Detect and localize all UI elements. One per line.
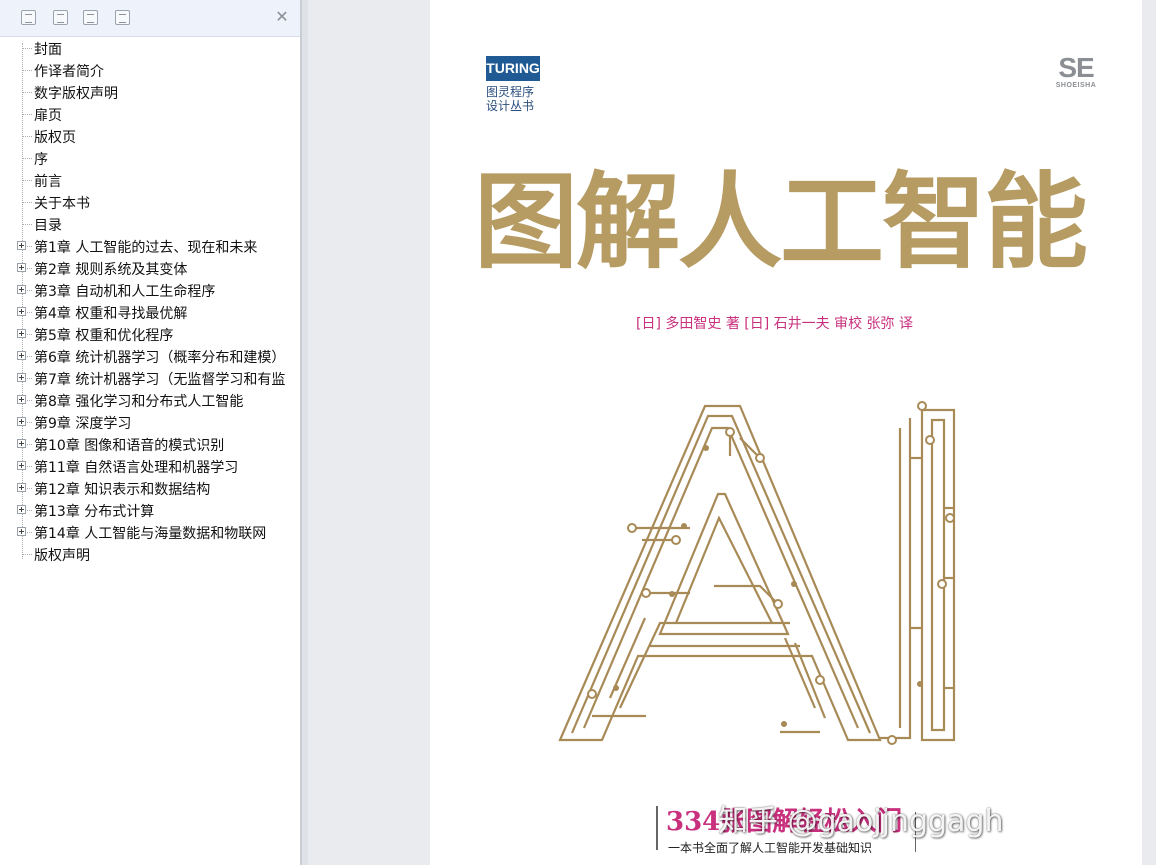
bookmark-item[interactable]: 第3章 自动机和人工生命程序 (0, 279, 300, 301)
bookmark-item[interactable]: 第8章 强化学习和分布式人工智能 (0, 389, 300, 411)
bookmark-item[interactable]: 序 (0, 147, 300, 169)
series-name: 图灵程序 设计丛书 (486, 85, 534, 113)
book-title: 图解人工智能 (474, 160, 1088, 283)
expand-plus-icon[interactable] (17, 461, 26, 470)
bookmark-label: 第6章 统计机器学习（概率分布和建模） (34, 350, 286, 366)
bookmark-item[interactable]: 关于本书 (0, 191, 300, 213)
bookmark-item[interactable]: 作译者简介 (0, 59, 300, 81)
tree-branch-line (23, 202, 32, 203)
bookmark-item[interactable]: 封面 (0, 37, 300, 59)
bookmark-item[interactable]: 版权页 (0, 125, 300, 147)
bookmark-label: 第12章 知识表示和数据结构 (34, 482, 211, 498)
zhihu-watermark: 知乎 @gaojjnggagh (718, 804, 1004, 839)
bookmark-item[interactable]: 扉页 (0, 103, 300, 125)
bookmark-item[interactable]: 第1章 人工智能的过去、现在和未来 (0, 235, 300, 257)
bookmark-item[interactable]: 第5章 权重和优化程序 (0, 323, 300, 345)
bookmark-item[interactable]: 第12章 知识表示和数据结构 (0, 477, 300, 499)
tree-branch-line (23, 114, 32, 115)
tree-branch-line (23, 48, 32, 49)
bookmark-item[interactable]: 第10章 图像和语音的模式识别 (0, 433, 300, 455)
document-viewer[interactable]: TURING 图灵程序 设计丛书 SE SHOEISHA 图解人工智能 [日] … (308, 0, 1156, 865)
expand-plus-icon[interactable] (17, 241, 26, 250)
bookmark-item[interactable]: 第14章 人工智能与海量数据和物联网 (0, 521, 300, 543)
expand-plus-icon[interactable] (17, 307, 26, 316)
bookmark-label: 目录 (34, 218, 62, 234)
bookmarks-panel: ✕ 封面作译者简介数字版权声明 扉页版权页序前言关于本书目录第1章 人工智能的过去… (0, 0, 301, 865)
bookmarks-toolbar: ✕ (0, 0, 300, 37)
add-bookmark-icon[interactable] (83, 10, 98, 25)
bookmark-item[interactable]: 目录 (0, 213, 300, 235)
shoeisha-logo: SE SHOEISHA (1054, 54, 1098, 90)
bookmark-item[interactable]: 前言 (0, 169, 300, 191)
expand-all-icon[interactable] (21, 10, 36, 25)
bookmark-label: 第5章 权重和优化程序 (34, 328, 174, 344)
tree-branch-line (23, 70, 32, 71)
tree-branch-line (23, 180, 32, 181)
bookmark-label: 第14章 人工智能与海量数据和物联网 (34, 526, 267, 542)
bookmark-label: 扉页 (34, 108, 62, 124)
bookmark-label: 第9章 深度学习 (34, 416, 132, 432)
expand-plus-icon[interactable] (17, 351, 26, 360)
tree-branch-line (23, 92, 32, 93)
bookmark-label: 第8章 强化学习和分布式人工智能 (34, 394, 244, 410)
expand-plus-icon[interactable] (17, 527, 26, 536)
series-line-2: 设计丛书 (486, 99, 535, 113)
bookmark-item[interactable]: 数字版权声明 (0, 81, 300, 103)
bookmark-label: 第11章 自然语言处理和机器学习 (34, 460, 239, 476)
expand-plus-icon[interactable] (17, 373, 26, 382)
bookmark-label: 第13章 分布式计算 (34, 504, 155, 520)
expand-plus-icon[interactable] (17, 329, 26, 338)
expand-plus-icon[interactable] (17, 439, 26, 448)
bookmark-label: 第2章 规则系统及其变体 (34, 262, 188, 278)
expand-plus-icon[interactable] (17, 505, 26, 514)
se-logo-text: SE (1058, 52, 1094, 83)
bookmark-tree: 封面作译者简介数字版权声明 扉页版权页序前言关于本书目录第1章 人工智能的过去、现… (0, 37, 300, 865)
bookmark-item[interactable]: 第6章 统计机器学习（概率分布和建模） (0, 345, 300, 367)
bookmark-label: 封面 (34, 42, 62, 58)
delete-bookmark-icon[interactable] (115, 10, 130, 25)
book-authors: [日] 多田智史 著 [日] 石井一夫 审校 张弥 译 (636, 316, 913, 332)
tree-branch-line (23, 158, 32, 159)
tree-branch-line (23, 224, 32, 225)
cover-subtagline: 一本书全面了解人工智能开发基础知识 (668, 841, 873, 855)
bookmark-label: 序 (34, 152, 48, 168)
se-logo-subtext: SHOEISHA (1055, 82, 1097, 89)
series-line-1: 图灵程序 (486, 85, 535, 99)
tree-branch-line (23, 554, 32, 555)
bookmark-item[interactable]: 第11章 自然语言处理和机器学习 (0, 455, 300, 477)
bookmark-label: 关于本书 (34, 196, 90, 212)
cover-page: TURING 图灵程序 设计丛书 SE SHOEISHA 图解人工智能 [日] … (430, 0, 1142, 865)
bookmark-item[interactable]: 版权声明 (0, 543, 300, 565)
bookmark-label: 版权页 (34, 130, 76, 146)
bookmark-label: 版权声明 (34, 548, 90, 564)
tagline-left-bar (656, 806, 658, 850)
bookmark-label: 第10章 图像和语音的模式识别 (34, 438, 225, 454)
bookmark-label: 作译者简介 (34, 64, 104, 80)
bookmark-item[interactable]: 第13章 分布式计算 (0, 499, 300, 521)
close-icon[interactable]: ✕ (272, 7, 292, 27)
bookmark-item[interactable]: 第2章 规则系统及其变体 (0, 257, 300, 279)
bookmark-item[interactable]: 第9章 深度学习 (0, 411, 300, 433)
expand-plus-icon[interactable] (17, 285, 26, 294)
collapse-all-icon[interactable] (53, 10, 68, 25)
bookmark-item[interactable]: 第7章 统计机器学习（无监督学习和有监 (0, 367, 300, 389)
bookmark-label: 第4章 权重和寻找最优解 (34, 306, 188, 322)
expand-plus-icon[interactable] (17, 263, 26, 272)
bookmark-label: 第7章 统计机器学习（无监督学习和有监 (34, 372, 286, 388)
bookmark-item[interactable]: 第4章 权重和寻找最优解 (0, 301, 300, 323)
expand-plus-icon[interactable] (17, 417, 26, 426)
tree-branch-line (23, 136, 32, 137)
bookmark-label: 第1章 人工智能的过去、现在和未来 (34, 240, 258, 256)
expand-plus-icon[interactable] (17, 395, 26, 404)
turing-logo: TURING (486, 56, 540, 81)
ai-circuit-art (558, 401, 956, 745)
bookmark-label: 第3章 自动机和人工生命程序 (34, 284, 216, 300)
bookmark-label: 前言 (34, 174, 62, 190)
bookmark-label: 数字版权声明 (34, 86, 118, 102)
expand-plus-icon[interactable] (17, 483, 26, 492)
